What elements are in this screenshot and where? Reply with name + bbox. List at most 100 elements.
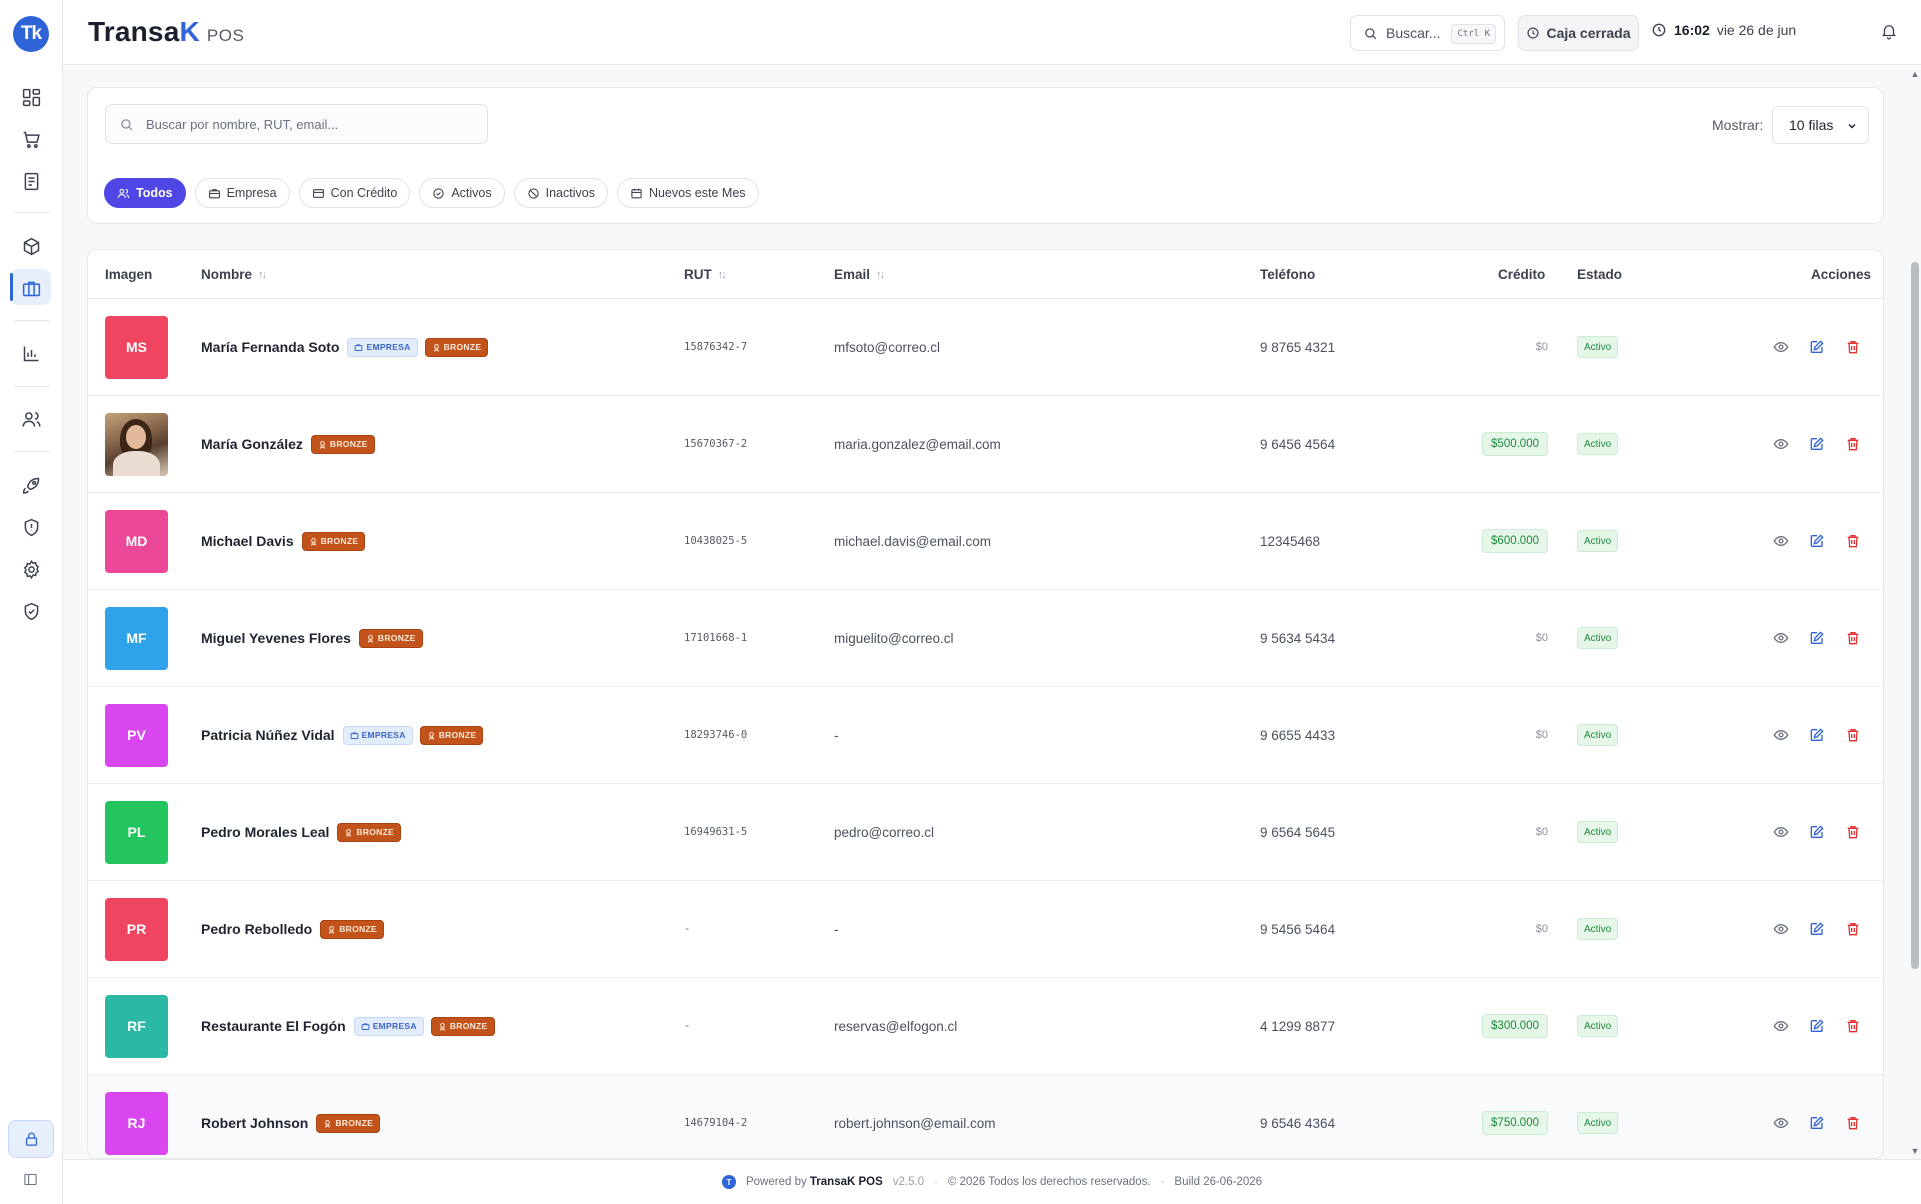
lock-button[interactable] xyxy=(8,1120,54,1158)
global-search-label: Buscar... xyxy=(1386,25,1441,41)
edit-icon[interactable] xyxy=(1808,338,1826,356)
trash-icon[interactable] xyxy=(1844,920,1862,938)
eye-icon[interactable] xyxy=(1772,532,1790,550)
eye-icon[interactable] xyxy=(1772,338,1790,356)
trash-icon[interactable] xyxy=(1844,629,1862,647)
client-name[interactable]: Miguel Yevenes Flores xyxy=(201,630,351,646)
ban-icon xyxy=(527,187,540,200)
eye-icon[interactable] xyxy=(1772,629,1790,647)
eye-icon[interactable] xyxy=(1772,726,1790,744)
client-name[interactable]: Restaurante El Fogón xyxy=(201,1018,346,1034)
users-icon[interactable] xyxy=(19,407,43,431)
table-row[interactable]: MS María Fernanda Soto EMPRESA BRONZE 15… xyxy=(88,299,1883,396)
scroll-down-icon[interactable]: ▼ xyxy=(1910,1146,1920,1156)
sidebar-toggle-icon[interactable] xyxy=(23,1172,39,1188)
rows-per-page-select[interactable]: 10 filas xyxy=(1772,106,1869,144)
chart-icon[interactable] xyxy=(19,341,43,365)
brand-title[interactable]: TransaK POS xyxy=(88,16,244,48)
gear-icon[interactable] xyxy=(19,557,43,581)
client-name[interactable]: Michael Davis xyxy=(201,533,294,549)
col-header-rut[interactable]: RUT ↑↓ xyxy=(684,267,727,282)
client-name[interactable]: Patricia Núñez Vidal xyxy=(201,727,335,743)
eye-icon[interactable] xyxy=(1772,823,1790,841)
rut-value: 14679104-2 xyxy=(684,1117,748,1129)
filter-chip-label: Nuevos este Mes xyxy=(648,186,746,200)
col-header-email[interactable]: Email ↑↓ xyxy=(834,267,885,282)
table-row[interactable]: PL Pedro Morales Leal BRONZE 16949631-5 … xyxy=(88,784,1883,881)
col-header-nombre[interactable]: Nombre ↑↓ xyxy=(201,267,267,282)
eye-icon[interactable] xyxy=(1772,920,1790,938)
edit-icon[interactable] xyxy=(1808,629,1826,647)
box-icon[interactable] xyxy=(19,234,43,258)
edit-icon[interactable] xyxy=(1808,532,1826,550)
dashboard-icon[interactable] xyxy=(19,85,43,109)
shield-check-icon[interactable] xyxy=(19,599,43,623)
rut-value: 15670367-2 xyxy=(684,438,748,450)
client-name[interactable]: María Fernanda Soto xyxy=(201,339,339,355)
document-icon[interactable] xyxy=(19,169,43,193)
edit-icon[interactable] xyxy=(1808,1017,1826,1035)
trash-icon[interactable] xyxy=(1844,726,1862,744)
avatar: PV xyxy=(105,703,168,767)
shield-alert-icon[interactable] xyxy=(19,515,43,539)
edit-icon[interactable] xyxy=(1808,726,1826,744)
table-row[interactable]: MD Michael Davis BRONZE 10438025-5 micha… xyxy=(88,493,1883,590)
trash-icon[interactable] xyxy=(1844,435,1862,453)
filter-chip-label: Activos xyxy=(451,186,492,200)
email-cell: mfsoto@correo.cl xyxy=(834,299,940,395)
eye-icon[interactable] xyxy=(1772,1017,1790,1035)
table-row[interactable]: María González BRONZE 15670367-2 maria.g… xyxy=(88,396,1883,493)
trash-icon[interactable] xyxy=(1844,532,1862,550)
building-icon xyxy=(355,343,363,351)
client-name[interactable]: María González xyxy=(201,436,303,452)
client-name[interactable]: Pedro Rebolledo xyxy=(201,921,312,937)
lock-icon xyxy=(23,1131,40,1148)
status-badge: Activo xyxy=(1577,433,1619,455)
badge-empresa: EMPRESA xyxy=(353,1016,424,1036)
table-row[interactable]: RJ Robert Johnson BRONZE 14679104-2 robe… xyxy=(88,1075,1883,1158)
trash-icon[interactable] xyxy=(1844,1114,1862,1132)
table-row[interactable]: MF Miguel Yevenes Flores BRONZE 17101668… xyxy=(88,590,1883,687)
edit-icon[interactable] xyxy=(1808,920,1826,938)
filter-chip-con-credito[interactable]: Con Crédito xyxy=(298,178,411,208)
cart-icon[interactable] xyxy=(19,127,43,151)
rocket-icon[interactable] xyxy=(19,473,43,497)
filter-chip-activos[interactable]: Activos xyxy=(419,178,505,208)
briefcase-icon[interactable] xyxy=(19,276,43,300)
trash-icon[interactable] xyxy=(1844,1017,1862,1035)
trash-icon[interactable] xyxy=(1844,338,1862,356)
table-row[interactable]: RF Restaurante El Fogón EMPRESA BRONZE -… xyxy=(88,978,1883,1075)
table-row[interactable]: PR Pedro Rebolledo BRONZE - - 9 5456 546… xyxy=(88,881,1883,978)
filter-chip-inactivos[interactable]: Inactivos xyxy=(513,178,608,208)
client-name[interactable]: Pedro Morales Leal xyxy=(201,824,329,840)
credit-cell: $500.000 xyxy=(1482,396,1548,492)
client-search-field[interactable] xyxy=(105,104,488,144)
edit-icon[interactable] xyxy=(1808,1114,1826,1132)
sidebar: Tk xyxy=(0,0,63,1204)
phone-value: 9 6564 5645 xyxy=(1260,824,1336,840)
rut-value: 18293746-0 xyxy=(684,729,748,741)
edit-icon[interactable] xyxy=(1808,435,1826,453)
client-search-input[interactable] xyxy=(146,116,466,132)
rut-value: 15876342-7 xyxy=(684,341,748,353)
image-cell: PR xyxy=(105,881,168,977)
filter-chip-nuevos-mes[interactable]: Nuevos este Mes xyxy=(616,178,759,208)
scroll-up-icon[interactable]: ▲ xyxy=(1910,69,1920,79)
bell-icon[interactable] xyxy=(1880,22,1900,42)
eye-icon[interactable] xyxy=(1772,1114,1790,1132)
trash-icon[interactable] xyxy=(1844,823,1862,841)
image-cell: MS xyxy=(105,299,168,395)
status-badge: Activo xyxy=(1577,627,1619,649)
edit-icon[interactable] xyxy=(1808,823,1826,841)
filter-chip-todos[interactable]: Todos xyxy=(104,178,186,208)
table-row[interactable]: PV Patricia Núñez Vidal EMPRESA BRONZE 1… xyxy=(88,687,1883,784)
scrollbar-thumb[interactable] xyxy=(1911,262,1919,969)
client-name[interactable]: Robert Johnson xyxy=(201,1115,308,1131)
cash-register-status-button[interactable]: Caja cerrada xyxy=(1518,15,1639,51)
datetime-display: 16:02 vie 26 de jun xyxy=(1651,22,1796,38)
eye-icon[interactable] xyxy=(1772,435,1790,453)
global-search-button[interactable]: Buscar... Ctrl K xyxy=(1350,15,1505,51)
filter-chip-empresa[interactable]: Empresa xyxy=(194,178,290,208)
phone-cell: 9 6456 4564 xyxy=(1260,396,1335,492)
app-logo[interactable]: Tk xyxy=(13,16,49,52)
